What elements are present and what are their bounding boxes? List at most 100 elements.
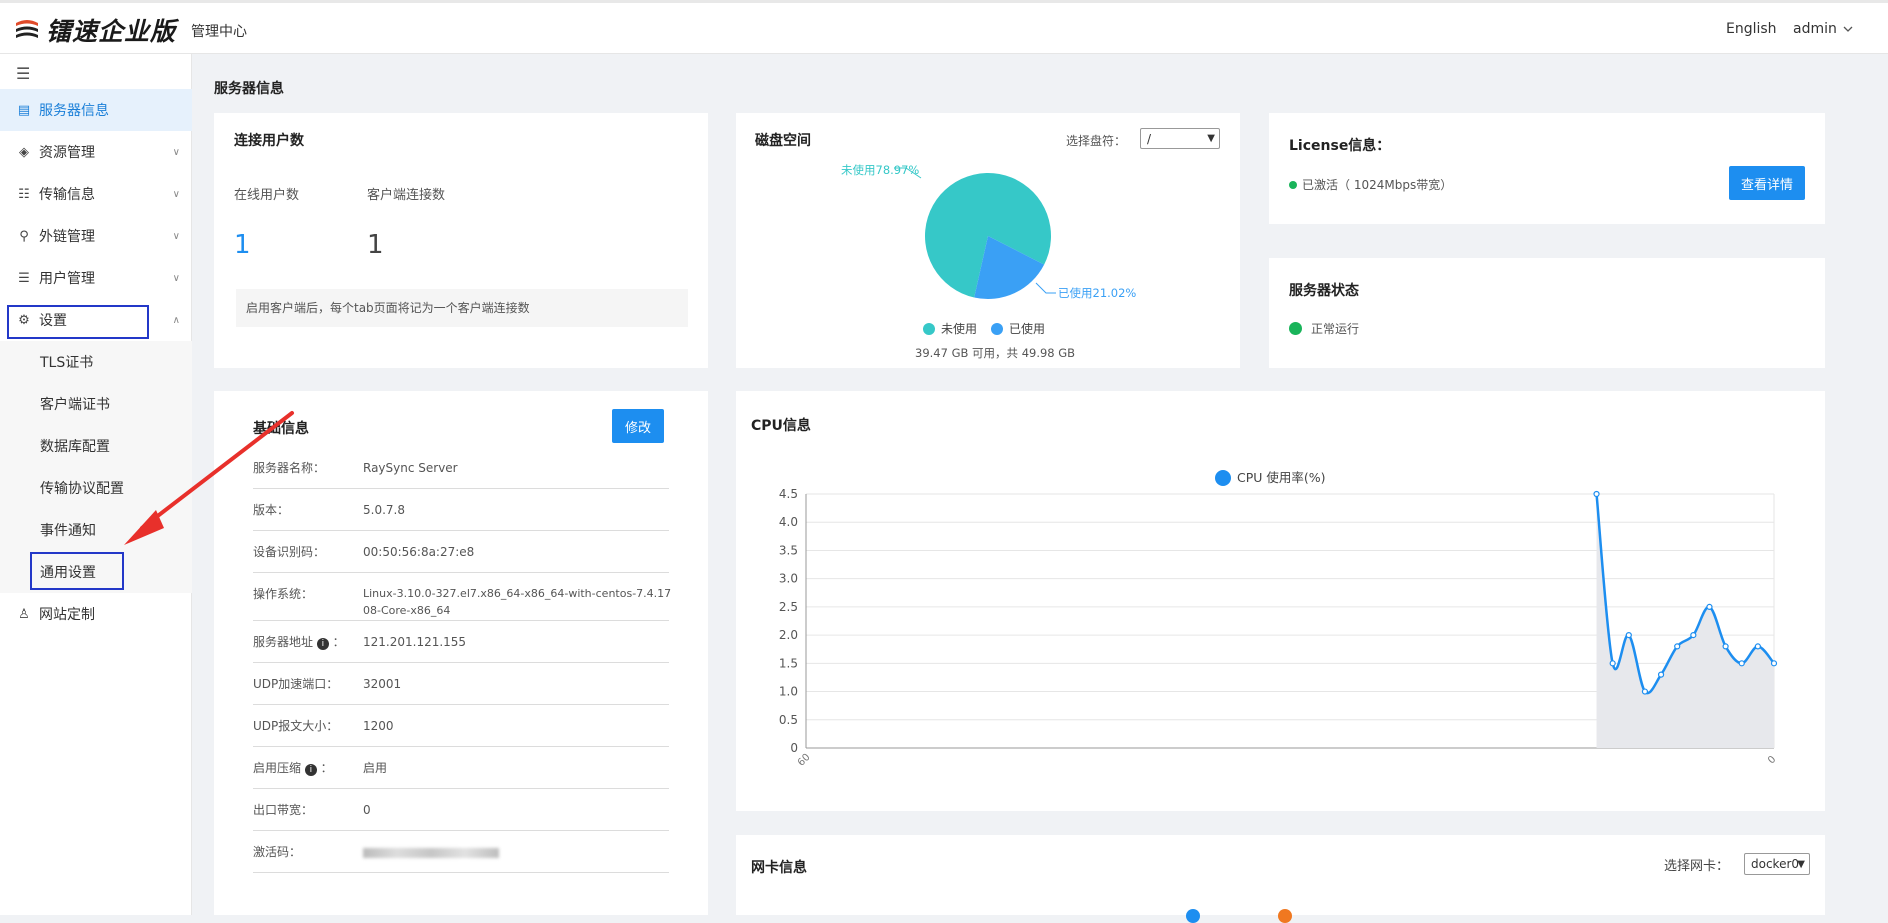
sidebar-item-label: 用户管理	[39, 271, 95, 287]
row-value: RaySync Server	[363, 461, 458, 475]
row-value: 121.201.121.155	[363, 635, 467, 649]
pie-label-used: 已使用21.02%	[1058, 286, 1136, 300]
chevron-down-icon	[1843, 26, 1853, 32]
status-dot-icon	[1289, 180, 1297, 189]
sidebar-item-label: 资源管理	[39, 145, 95, 161]
sidebar-item-label: 外链管理	[39, 229, 95, 245]
sidebar-subitem-protocol[interactable]: 传输协议配置	[0, 467, 192, 509]
view-details-button[interactable]: 查看详情	[1729, 166, 1805, 200]
y-tick-label: 4.0	[779, 515, 798, 529]
user-list-icon: ☰	[18, 270, 30, 286]
client-connections-value: 1	[367, 230, 384, 260]
disk-legend: 未使用 已使用	[923, 320, 1045, 337]
nic-selector-label: 选择网卡：	[1664, 859, 1730, 874]
x-tick-label: 0	[1766, 754, 1778, 766]
chevron-down-icon: ∨	[172, 146, 180, 158]
y-tick-label: 0	[790, 741, 798, 755]
blurred-activation-code	[363, 845, 673, 863]
row-label: UDP报文大小：	[253, 719, 339, 733]
info-row-udp-port: UDP加速端口： 32001	[253, 675, 669, 705]
row-label: 版本：	[253, 503, 290, 517]
legend-label-used: 已使用	[1009, 322, 1046, 336]
row-value: 启用	[363, 761, 388, 775]
y-tick-label: 4.5	[779, 487, 798, 501]
license-status: 已激活（ 1024Mbps带宽）	[1289, 176, 1452, 193]
chevron-down-icon: ▼	[1797, 858, 1805, 870]
sidebar-item-label: 传输信息	[39, 187, 95, 203]
online-users-value: 1	[234, 230, 251, 260]
x-tick-label: 60	[796, 752, 813, 769]
info-row-compression: 启用压缩 i ： 启用	[253, 759, 669, 789]
chevron-down-icon: ∨	[172, 188, 180, 200]
page-title: 服务器信息	[214, 81, 284, 97]
legend-dot-partial	[1278, 909, 1292, 923]
y-tick-label: 0.5	[779, 713, 798, 727]
info-icon[interactable]: i	[304, 764, 317, 776]
sidebar-subitem-events[interactable]: 事件通知	[0, 509, 192, 551]
row-label: 启用压缩	[253, 761, 302, 775]
info-row-server-name: 服务器名称： RaySync Server	[253, 459, 669, 489]
edit-button[interactable]: 修改	[612, 409, 664, 443]
connections-note: 启用客户端后，每个tab页面将记为一个客户端连接数	[236, 289, 688, 327]
sidebar-subitem-database[interactable]: 数据库配置	[0, 425, 192, 467]
pie-label-unused: 未使用78.97%	[841, 163, 919, 177]
license-title: License信息：	[1289, 138, 1391, 154]
row-label-wrap: 服务器地址 i ：	[253, 635, 345, 650]
language-switch[interactable]: English	[1726, 21, 1777, 37]
cpu-chart: 00.51.01.52.02.53.03.54.04.560 0CPU 使用率(%…	[779, 470, 1778, 769]
cpu-point	[1754, 643, 1761, 650]
sidebar-item-label: 服务器信息	[39, 103, 109, 119]
logo[interactable]: 镭速企业版	[14, 13, 176, 47]
pie-leader-used	[1035, 282, 1056, 294]
nic-title: 网卡信息	[751, 860, 807, 876]
sidebar-item-users[interactable]: ☰ 用户管理 ∨	[0, 257, 192, 299]
y-tick-label: 2.0	[779, 628, 798, 642]
server-status-row: 正常运行	[1289, 320, 1359, 337]
connections-card: 连接用户数 在线用户数 客户端连接数 1 1 启用客户端后，每个tab页面将记为…	[214, 113, 708, 368]
cpu-point	[1722, 643, 1729, 650]
info-icon[interactable]: i	[316, 638, 329, 650]
license-card: License信息： 已激活（ 1024Mbps带宽） 查看详情	[1269, 113, 1825, 224]
online-users-label: 在线用户数	[234, 188, 300, 203]
sidebar-item-links[interactable]: ⚲ 外链管理 ∨	[0, 215, 192, 257]
logo-text: 镭速企业版	[46, 17, 177, 46]
legend-dot-used	[991, 322, 1004, 335]
status-dot-icon	[1289, 322, 1302, 335]
sidebar-item-label: 网站定制	[39, 607, 95, 623]
link-icon: ⚲	[19, 228, 29, 244]
info-row-udp-size: UDP报文大小： 1200	[253, 717, 669, 747]
cpu-point	[1641, 688, 1649, 695]
y-tick-label: 3.0	[779, 572, 798, 586]
collapse-menu-icon[interactable]: ☰	[16, 64, 30, 83]
info-row-bandwidth: 出口带宽： 0	[253, 801, 669, 831]
sidebar-item-site-custom[interactable]: ♙ 网站定制	[0, 593, 192, 635]
user-menu[interactable]: admin	[1793, 21, 1853, 37]
disk-card: 磁盘空间 选择盘符： / ▼ 未使用78.97% 已使用21.02% 未使用 已…	[736, 113, 1240, 368]
sidebar-item-transfer[interactable]: ☷ 传输信息 ∨	[0, 173, 192, 215]
layers-icon: ◈	[19, 144, 29, 160]
admin-center-title: 管理中心	[191, 24, 247, 40]
sidebar-item-resources[interactable]: ◈ 资源管理 ∨	[0, 131, 192, 173]
nic-selector[interactable]: docker0 ▼	[1744, 853, 1810, 875]
highlight-box-settings	[7, 305, 149, 339]
y-tick-label: 2.5	[779, 600, 798, 614]
sidebar-item-server-info[interactable]: ▤ 服务器信息	[0, 89, 192, 131]
cpu-point	[1674, 643, 1681, 650]
row-label: 操作系统：	[253, 587, 314, 601]
row-label: 设备识别码：	[253, 545, 326, 559]
cpu-area	[1596, 494, 1774, 748]
row-label: 出口带宽：	[253, 803, 314, 817]
sidebar-subitem-client-cert[interactable]: 客户端证书	[0, 383, 192, 425]
client-connections-label: 客户端连接数	[367, 188, 446, 203]
y-tick-label: 1.0	[779, 685, 798, 699]
legend-dot-unused	[923, 322, 935, 335]
row-value: 0	[363, 803, 371, 817]
sidebar-subitem-tls-cert[interactable]: TLS证书	[0, 341, 192, 383]
basic-info-title: 基础信息	[253, 421, 309, 437]
chevron-up-icon: ∧	[172, 314, 180, 326]
server-list-icon: ▤	[17, 102, 31, 118]
connections-title: 连接用户数	[234, 133, 304, 149]
row-value: 00:50:56:8a:27:e8	[363, 545, 475, 559]
row-value: 5.0.7.8	[363, 503, 405, 517]
row-label: 服务器地址	[253, 635, 314, 649]
